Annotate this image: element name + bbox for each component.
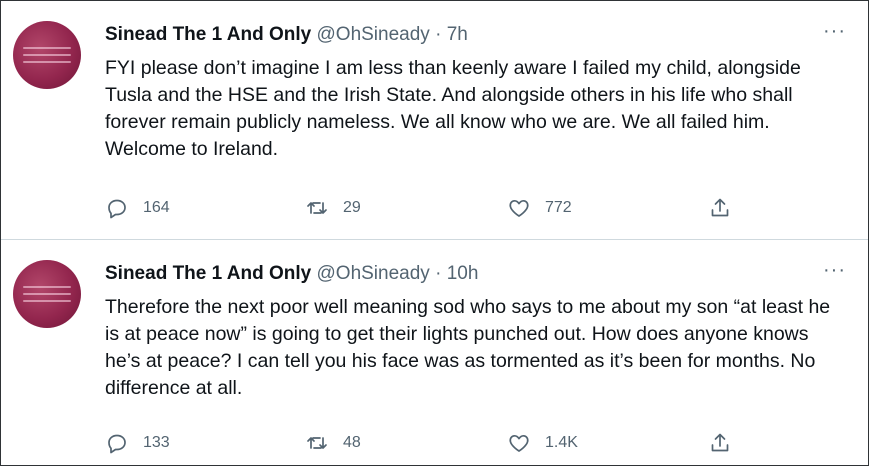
retweet-icon (307, 202, 327, 214)
author-name[interactable]: Sinead The 1 And Only (105, 24, 311, 45)
like-button[interactable]: 1.4K (507, 428, 578, 458)
retweet-button[interactable]: 48 (305, 428, 361, 458)
share-icon (711, 433, 729, 452)
author-handle[interactable]: @OhSineady (317, 263, 430, 284)
retweet-button[interactable]: 29 (305, 193, 361, 223)
like-count: 772 (545, 199, 572, 216)
reply-count: 133 (143, 434, 170, 451)
tweet-text: FYI please don’t imagine I am less than … (105, 57, 801, 160)
share-button[interactable] (708, 428, 746, 458)
reply-count: 164 (143, 199, 170, 216)
retweet-icon (307, 437, 327, 449)
heart-icon (509, 434, 529, 452)
tweet-header: Sinead The 1 And Only @OhSineady · 7h (105, 23, 468, 47)
tweet-actions: 133 48 1.4K (105, 428, 765, 458)
tweet-header: Sinead The 1 And Only @OhSineady · 10h (105, 262, 478, 286)
retweet-count: 29 (343, 199, 361, 216)
tweet-text: Therefore the next poor well meaning sod… (105, 296, 831, 399)
reply-button[interactable]: 164 (105, 193, 170, 223)
author-name[interactable]: Sinead The 1 And Only (105, 263, 311, 284)
reply-icon (108, 199, 126, 219)
tweet[interactable]: Sinead The 1 And Only @OhSineady · 10h ·… (1, 240, 868, 465)
author-handle[interactable]: @OhSineady (317, 24, 430, 45)
share-button[interactable] (708, 193, 746, 223)
retweet-count: 48 (343, 434, 361, 451)
timestamp[interactable]: 7h (447, 24, 468, 45)
timestamp[interactable]: 10h (447, 263, 479, 284)
more-icon[interactable]: ··· (823, 260, 846, 280)
reply-button[interactable]: 133 (105, 428, 170, 458)
share-icon (711, 198, 729, 217)
like-count: 1.4K (545, 434, 578, 451)
avatar[interactable] (13, 260, 81, 328)
more-icon[interactable]: ··· (823, 21, 846, 41)
timeline: Sinead The 1 And Only @OhSineady · 7h ··… (0, 0, 869, 466)
heart-icon (509, 199, 529, 217)
tweet-actions: 164 29 772 (105, 193, 765, 223)
separator: · (429, 263, 447, 284)
tweet[interactable]: Sinead The 1 And Only @OhSineady · 7h ··… (1, 1, 868, 240)
separator: · (429, 24, 447, 45)
reply-icon (108, 434, 126, 454)
avatar[interactable] (13, 21, 81, 89)
like-button[interactable]: 772 (507, 193, 572, 223)
